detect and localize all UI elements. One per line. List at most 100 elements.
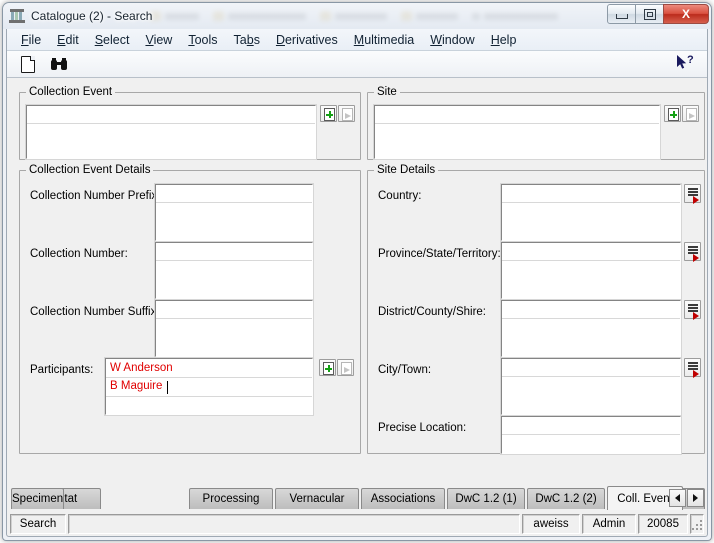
site-field[interactable]	[373, 104, 661, 160]
restore-icon	[643, 8, 656, 20]
application-window: Catalogue (2) - Search X File Edit Selec…	[2, 2, 712, 541]
menu-tabs[interactable]: Tabs	[226, 31, 268, 49]
text-caret	[167, 381, 168, 394]
minimize-button[interactable]	[607, 4, 636, 24]
tab-associations[interactable]: Associations	[361, 488, 445, 509]
label-participants: Participants:	[30, 364, 94, 376]
country-lookup-button[interactable]	[684, 184, 701, 204]
field-precise-location[interactable]	[500, 415, 682, 455]
participants-add-button[interactable]	[319, 359, 336, 376]
help-pointer-icon[interactable]: ?	[675, 54, 697, 72]
district-lookup-button[interactable]	[684, 300, 701, 320]
tab-dwc-12-1[interactable]: DwC 1.2 (1)	[447, 488, 525, 509]
field-collection-number[interactable]	[154, 241, 314, 300]
title-bar[interactable]: Catalogue (2) - Search X	[3, 3, 711, 29]
field-province-state-territory[interactable]	[500, 241, 682, 300]
city-town-lookup-button[interactable]	[684, 358, 701, 378]
label-country: Country:	[378, 190, 422, 202]
field-country[interactable]	[500, 183, 682, 242]
menu-window[interactable]: Window	[422, 31, 482, 49]
participant-entry[interactable]: W Anderson	[110, 362, 173, 374]
restore-button[interactable]	[635, 4, 664, 24]
label-collection-number: Collection Number:	[30, 248, 128, 260]
field-participants[interactable]: W Anderson B Maguire	[104, 357, 314, 416]
menu-help[interactable]: Help	[483, 31, 525, 49]
row-divider	[502, 318, 680, 319]
scroll-left-icon	[675, 494, 680, 502]
field-collection-number-prefix[interactable]	[154, 183, 314, 242]
tab-dwc-12-2[interactable]: DwC 1.2 (2)	[527, 488, 605, 509]
row-divider	[375, 123, 659, 124]
field-district-county-shire[interactable]	[500, 299, 682, 358]
row-divider	[156, 202, 312, 203]
menu-view[interactable]: View	[137, 31, 180, 49]
group-site-legend: Site	[377, 86, 397, 98]
form-body: Collection Event Site Collection Event D…	[7, 78, 707, 488]
tab-scroll-right-button[interactable]	[687, 489, 704, 507]
status-role: Admin	[582, 514, 636, 534]
row-divider	[106, 377, 312, 378]
group-site: Site	[367, 86, 705, 160]
minimize-icon	[615, 14, 628, 19]
menu-tools[interactable]: Tools	[180, 31, 225, 49]
resize-grip[interactable]	[690, 514, 704, 534]
group-site-details-legend: Site Details	[377, 164, 436, 176]
status-record-id: 20085	[638, 514, 688, 534]
row-divider	[502, 434, 680, 435]
close-icon: X	[681, 7, 690, 21]
status-user: aweiss	[522, 514, 580, 534]
label-collection-number-prefix: Collection Number Prefix:	[30, 190, 161, 202]
svg-text:?: ?	[687, 54, 694, 66]
field-city-town[interactable]	[500, 357, 682, 416]
group-collection-event: Collection Event	[19, 86, 361, 160]
row-divider	[156, 318, 312, 319]
scroll-right-icon	[693, 494, 698, 502]
binoculars-icon[interactable]	[49, 54, 69, 74]
field-collection-number-suffix[interactable]	[154, 299, 314, 358]
menu-edit[interactable]: Edit	[49, 31, 87, 49]
tab-specimen[interactable]: Specimen	[11, 488, 65, 509]
collection-event-goto-button	[338, 105, 355, 122]
toolbar: ?	[7, 51, 707, 78]
tab-scroll-left-button[interactable]	[669, 489, 686, 507]
menu-select[interactable]: Select	[87, 31, 138, 49]
specimen-case-icon	[9, 8, 25, 24]
row-divider	[106, 396, 312, 397]
group-collection-event-legend: Collection Event	[29, 86, 113, 98]
row-divider	[502, 376, 680, 377]
collection-event-field[interactable]	[25, 104, 317, 160]
menu-bar: File Edit Select View Tools Tabs Derivat…	[7, 29, 707, 51]
label-precise-location: Precise Location:	[378, 422, 467, 434]
menu-file[interactable]: File	[13, 31, 49, 49]
menu-multimedia[interactable]: Multimedia	[346, 31, 422, 49]
group-collection-event-details-legend: Collection Event Details	[29, 164, 151, 176]
group-site-details: Site Details Country: Province/State/Ter…	[367, 164, 705, 455]
window-controls: X	[607, 4, 709, 24]
participants-goto-button	[337, 359, 354, 376]
row-divider	[502, 260, 680, 261]
client-area: File Edit Select View Tools Tabs Derivat…	[6, 29, 708, 537]
row-divider	[502, 202, 680, 203]
province-lookup-button[interactable]	[684, 242, 701, 262]
tab-vernacular[interactable]: Vernacular	[275, 488, 359, 509]
menu-derivatives[interactable]: Derivatives	[268, 31, 346, 49]
status-mode: Search	[10, 514, 66, 534]
tab-processing[interactable]: Processing	[189, 488, 273, 509]
status-bar: Search aweiss Admin 20085	[10, 514, 704, 534]
help-pointer-svg: ?	[677, 54, 694, 69]
collection-event-add-button[interactable]	[320, 105, 337, 122]
site-add-button[interactable]	[664, 105, 681, 122]
label-city-town: City/Town:	[378, 364, 432, 376]
tab-strip: Habitat Specimen Processing Vernacular A…	[11, 486, 705, 510]
new-document-icon[interactable]	[17, 54, 37, 74]
row-divider	[156, 260, 312, 261]
close-button[interactable]: X	[663, 4, 709, 24]
participant-entry[interactable]: B Maguire	[110, 380, 162, 392]
label-district-county-shire: District/County/Shire:	[378, 306, 487, 318]
status-message	[68, 514, 520, 534]
label-collection-number-suffix: Collection Number Suffix:	[30, 306, 160, 318]
window-title: Catalogue (2) - Search	[31, 9, 153, 23]
label-province-state-territory: Province/State/Territory:	[378, 248, 501, 260]
row-divider	[27, 123, 315, 124]
site-goto-button	[682, 105, 699, 122]
